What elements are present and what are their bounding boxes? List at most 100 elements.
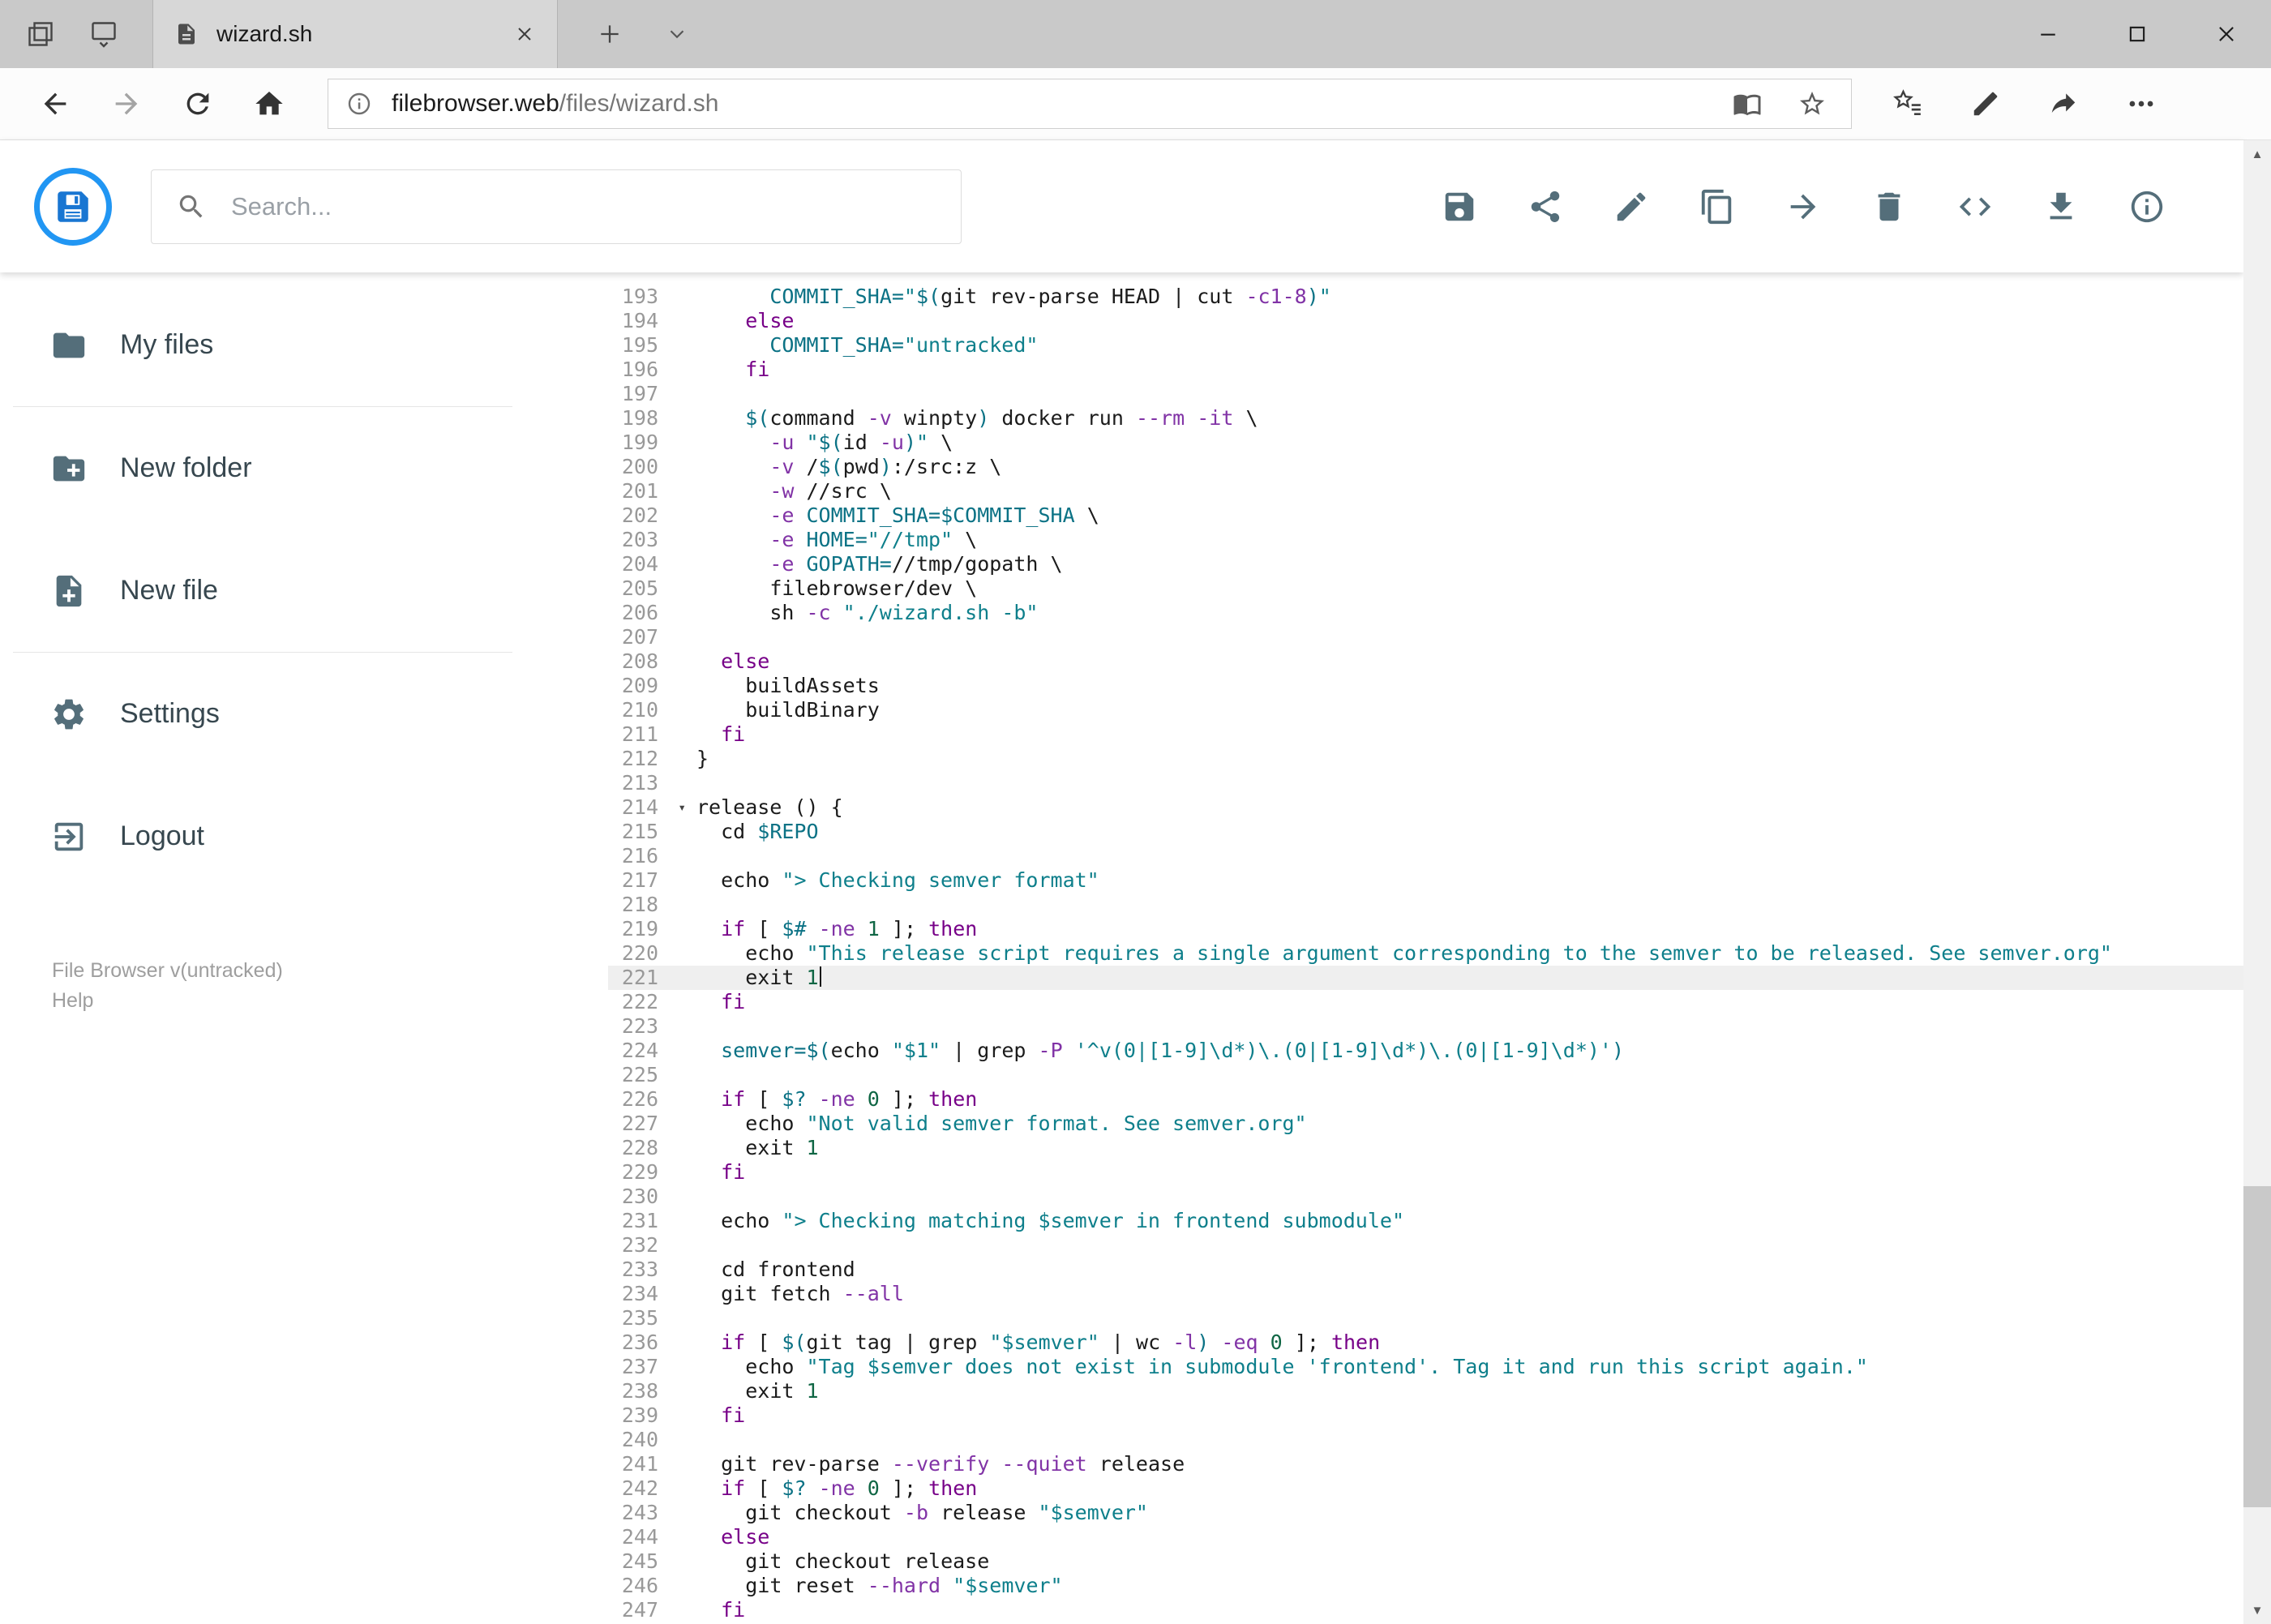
code-line[interactable]: 209 buildAssets [608, 674, 2243, 698]
code-line[interactable]: 240 [608, 1428, 2243, 1452]
code-line[interactable]: 225 [608, 1063, 2243, 1087]
code-area[interactable]: 193 COMMIT_SHA="$(git rev-parse HEAD | c… [608, 272, 2243, 1622]
hub-icon[interactable] [1892, 88, 1923, 119]
code-line[interactable]: 219 if [ $# -ne 1 ]; then [608, 917, 2243, 941]
code-line[interactable]: 230 [608, 1185, 2243, 1209]
share-button[interactable] [1527, 188, 1564, 225]
code-line[interactable]: 243 git checkout -b release "$semver" [608, 1501, 2243, 1525]
code-line[interactable]: 203 -e HOME="//tmp" \ [608, 528, 2243, 552]
rename-button[interactable] [1613, 188, 1650, 225]
code-line[interactable]: 214 ▾ release () { [608, 795, 2243, 820]
browser-tab[interactable]: wizard.sh [152, 0, 558, 68]
url-field[interactable]: filebrowser.web/files/wizard.sh [328, 79, 1852, 129]
minimize-button[interactable] [2003, 0, 2093, 68]
code-line[interactable]: 220 echo "This release script requires a… [608, 941, 2243, 966]
site-info-icon[interactable] [346, 91, 372, 117]
code-line[interactable]: 224 semver=$(echo "$1" | grep -P '^v(0|[… [608, 1039, 2243, 1063]
refresh-icon[interactable] [182, 88, 214, 120]
url-text[interactable]: filebrowser.web/files/wizard.sh [392, 90, 1713, 118]
code-line[interactable]: 211 fi [608, 722, 2243, 747]
scroll-up-icon[interactable]: ▲ [2243, 140, 2271, 168]
tab-list-chevron-icon[interactable] [665, 22, 689, 46]
code-line[interactable]: 208 else [608, 649, 2243, 674]
code-line[interactable]: 233 cd frontend [608, 1258, 2243, 1282]
delete-button[interactable] [1870, 188, 1908, 225]
code-line[interactable]: 244 else [608, 1525, 2243, 1549]
code-line[interactable]: 229 fi [608, 1160, 2243, 1185]
home-icon[interactable] [253, 88, 285, 120]
code-line[interactable]: 236 if [ $(git tag | grep "$semver" | wc… [608, 1330, 2243, 1355]
code-line[interactable]: 198 $(command -v winpty) docker run --rm… [608, 406, 2243, 431]
more-icon[interactable] [2126, 88, 2157, 119]
code-line[interactable]: 231 echo "> Checking matching $semver in… [608, 1209, 2243, 1233]
code-line[interactable]: 193 COMMIT_SHA="$(git rev-parse HEAD | c… [608, 285, 2243, 309]
close-button[interactable] [2182, 0, 2271, 68]
copy-button[interactable] [1699, 188, 1736, 225]
source-view-button[interactable] [1956, 188, 1994, 225]
filebrowser-logo[interactable] [34, 167, 112, 246]
sidebar-item-settings[interactable]: Settings [0, 653, 525, 775]
share-icon[interactable] [2048, 88, 2079, 119]
tab-close-icon[interactable] [513, 23, 536, 45]
favorite-star-icon[interactable] [1798, 89, 1827, 118]
search-input[interactable] [231, 191, 936, 221]
code-line[interactable]: 197 [608, 382, 2243, 406]
code-line[interactable]: 200 -v /$(pwd):/src:z \ [608, 455, 2243, 479]
code-line[interactable]: 234 git fetch --all [608, 1282, 2243, 1306]
code-line[interactable]: 202 -e COMMIT_SHA=$COMMIT_SHA \ [608, 503, 2243, 528]
code-line[interactable]: 216 [608, 844, 2243, 868]
code-line[interactable]: 212} [608, 747, 2243, 771]
back-icon[interactable] [39, 88, 71, 120]
scrollbar-thumb[interactable] [2243, 1186, 2271, 1507]
sidebar-item-logout[interactable]: Logout [0, 775, 525, 898]
fold-marker-icon[interactable]: ▾ [678, 797, 686, 818]
forward-icon[interactable] [110, 88, 143, 120]
code-line[interactable]: 195 COMMIT_SHA="untracked" [608, 333, 2243, 358]
code-line[interactable]: 204 -e GOPATH=//tmp/gopath \ [608, 552, 2243, 576]
code-line[interactable]: 239 fi [608, 1403, 2243, 1428]
active-code-line[interactable]: 221 exit 1 [608, 966, 2243, 990]
move-button[interactable] [1785, 188, 1822, 225]
tab-preview-icon[interactable] [89, 19, 118, 49]
code-line[interactable]: 217 echo "> Checking semver format" [608, 868, 2243, 893]
code-line[interactable]: 235 [608, 1306, 2243, 1330]
code-line[interactable]: 205 filebrowser/dev \ [608, 576, 2243, 601]
code-line[interactable]: 215 cd $REPO [608, 820, 2243, 844]
search-bar[interactable] [151, 169, 962, 244]
code-line[interactable]: 201 -w //src \ [608, 479, 2243, 503]
sidebar-item-my-files[interactable]: My files [0, 284, 525, 406]
web-note-icon[interactable] [1970, 88, 2001, 119]
code-line[interactable]: 226 if [ $? -ne 0 ]; then [608, 1087, 2243, 1112]
code-line[interactable]: 223 [608, 1014, 2243, 1039]
code-line[interactable]: 247 fi [608, 1598, 2243, 1622]
reading-view-icon[interactable] [1733, 89, 1762, 118]
sidebar-item-new-file[interactable]: New file [0, 529, 525, 652]
save-button[interactable] [1441, 188, 1478, 225]
code-editor[interactable]: 193 COMMIT_SHA="$(git rev-parse HEAD | c… [525, 272, 2243, 1624]
code-line[interactable]: 207 [608, 625, 2243, 649]
code-line[interactable]: 194 else [608, 309, 2243, 333]
vertical-scrollbar[interactable]: ▲ ▼ [2243, 140, 2271, 1624]
code-line[interactable]: 213 [608, 771, 2243, 795]
code-line[interactable]: 237 echo "Tag $semver does not exist in … [608, 1355, 2243, 1379]
code-line[interactable]: 241 git rev-parse --verify --quiet relea… [608, 1452, 2243, 1476]
sidebar-item-new-folder[interactable]: New folder [0, 407, 525, 529]
code-line[interactable]: 196 fi [608, 358, 2243, 382]
code-line[interactable]: 238 exit 1 [608, 1379, 2243, 1403]
code-line[interactable]: 222 fi [608, 990, 2243, 1014]
code-line[interactable]: 199 -u "$(id -u)" \ [608, 431, 2243, 455]
code-line[interactable]: 242 if [ $? -ne 0 ]; then [608, 1476, 2243, 1501]
scroll-down-icon[interactable]: ▼ [2243, 1596, 2271, 1624]
download-button[interactable] [2042, 188, 2080, 225]
tabs-aside-icon[interactable] [26, 19, 55, 49]
code-line[interactable]: 232 [608, 1233, 2243, 1258]
maximize-button[interactable] [2093, 0, 2182, 68]
code-line[interactable]: 210 buildBinary [608, 698, 2243, 722]
info-button[interactable] [2128, 188, 2166, 225]
code-line[interactable]: 227 echo "Not valid semver format. See s… [608, 1112, 2243, 1136]
code-line[interactable]: 246 git reset --hard "$semver" [608, 1574, 2243, 1598]
code-line[interactable]: 245 git checkout release [608, 1549, 2243, 1574]
code-line[interactable]: 228 exit 1 [608, 1136, 2243, 1160]
new-tab-button[interactable] [597, 21, 623, 47]
help-link[interactable]: Help [52, 986, 525, 1016]
